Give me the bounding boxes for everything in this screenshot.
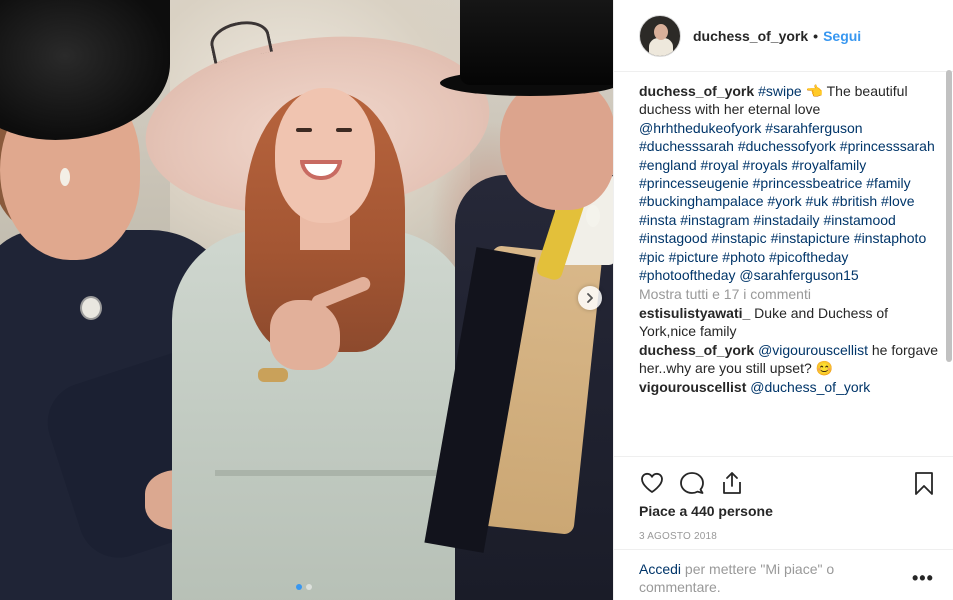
carousel-dot-active (296, 584, 302, 590)
save-button[interactable] (911, 470, 937, 496)
header-separator: • (813, 27, 819, 44)
left-woman-earring (60, 168, 70, 186)
hashtag-link[interactable]: #pic (639, 249, 665, 265)
mention-link[interactable]: @duchess_of_york (750, 379, 870, 395)
hashtag-link[interactable]: #uk (806, 193, 829, 209)
hashtag-link[interactable]: #family (866, 175, 910, 191)
bookmark-icon (915, 472, 933, 495)
share-button[interactable] (719, 470, 745, 496)
hashtag-link[interactable]: #photo (722, 249, 765, 265)
center-woman-waistline (215, 470, 445, 476)
right-man-top-hat (460, 0, 613, 85)
carousel-dot (306, 584, 312, 590)
hashtag-link[interactable]: #instagood (639, 230, 708, 246)
comment-username[interactable]: duchess_of_york (639, 342, 754, 358)
hashtag-link[interactable]: #instaphoto (854, 230, 926, 246)
login-link[interactable]: Accedi (639, 561, 681, 577)
avatar-figure (654, 23, 668, 40)
hashtag-link[interactable]: #british (832, 193, 877, 209)
hashtag-link[interactable]: #princesssarah (840, 138, 935, 154)
hashtag-link[interactable]: #sarahferguson (765, 120, 862, 136)
hashtag-link[interactable]: #royals (743, 157, 788, 173)
post-caption: duchess_of_york #swipe 👈 The beautiful d… (639, 82, 939, 284)
next-photo-button[interactable] (578, 286, 602, 310)
post-date[interactable]: 3 agosto 2018 (639, 531, 717, 542)
comment-text: @duchess_of_york (750, 379, 870, 395)
heart-icon (641, 472, 663, 493)
pointing-hand (270, 300, 340, 370)
like-button[interactable] (639, 470, 665, 496)
hashtag-link[interactable]: #instagram (680, 212, 749, 228)
hashtag-link[interactable]: #instadaily (753, 212, 819, 228)
center-woman-eye (296, 128, 312, 132)
likes-count[interactable]: Piace a 440 persone (639, 503, 773, 519)
right-man-buttonhole (586, 205, 600, 227)
share-icon (723, 472, 741, 494)
mention-link[interactable]: @hrhthedukeofyork (639, 120, 761, 136)
hashtag-link[interactable]: #instapicture (771, 230, 850, 246)
avatar[interactable] (639, 14, 681, 57)
hashtag-link[interactable]: #england (639, 157, 697, 173)
hashtag-link[interactable]: #instapic (711, 230, 766, 246)
view-all-comments-link[interactable]: Mostra tutti e 17 i commenti (639, 285, 939, 303)
comments-scrollbar[interactable] (946, 70, 952, 362)
comment-items: estisulistyawati_ Duke and Duchess of Yo… (639, 304, 939, 396)
hashtag-link[interactable]: #york (767, 193, 801, 209)
hashtag-link[interactable]: #duchessofyork (738, 138, 836, 154)
caption-text: #swipe 👈 The beautiful duchess with her … (639, 83, 935, 283)
more-options-button[interactable]: ••• (912, 568, 934, 589)
comment-username[interactable]: estisulistyawati_ (639, 305, 750, 321)
header-username[interactable]: duchess_of_york (693, 28, 808, 44)
follow-button[interactable]: Segui (823, 28, 861, 44)
hashtag-link[interactable]: #love (881, 193, 914, 209)
hashtag-link[interactable]: #princesseugenie (639, 175, 749, 191)
action-icons-row (639, 469, 937, 497)
post-header: duchess_of_york • Segui (614, 0, 953, 72)
hashtag-link[interactable]: #instamood (823, 212, 895, 228)
left-woman-badge (80, 296, 102, 320)
carousel-dots (296, 584, 312, 590)
left-woman-hat (0, 0, 170, 140)
login-prompt: Accedi per mettere "Mi piace" o commenta… (639, 560, 879, 596)
right-man-face (500, 80, 613, 210)
comment-username[interactable]: vigourouscellist (639, 379, 746, 395)
comment-item: estisulistyawati_ Duke and Duchess of Yo… (639, 304, 939, 341)
hashtag-link[interactable]: #photooftheday (639, 267, 736, 283)
comment-bubble-icon (680, 472, 704, 494)
hashtag-link[interactable]: #duchesssarah (639, 138, 734, 154)
hashtag-link[interactable]: #insta (639, 212, 676, 228)
hashtag-link[interactable]: #royalfamily (792, 157, 867, 173)
post-side-panel: duchess_of_york • Segui duchess_of_york … (613, 0, 953, 600)
mention-link[interactable]: @vigourouscellist (758, 342, 868, 358)
comments-list[interactable]: duchess_of_york #swipe 👈 The beautiful d… (639, 82, 939, 456)
chevron-right-icon (587, 293, 593, 303)
caption-username[interactable]: duchess_of_york (639, 83, 754, 99)
hashtag-link[interactable]: #picture (669, 249, 719, 265)
post-actions: Piace a 440 persone 3 agosto 2018 Accedi… (614, 456, 953, 600)
hashtag-link[interactable]: #buckinghampalace (639, 193, 764, 209)
caption-text-fragment: 👈 (801, 83, 823, 99)
avatar-figure (649, 37, 673, 56)
gold-bracelet (258, 368, 288, 382)
hashtag-link[interactable]: #swipe (758, 83, 802, 99)
mention-link[interactable]: @sarahferguson15 (739, 267, 858, 283)
hashtag-link[interactable]: #princessbeatrice (753, 175, 863, 191)
center-woman-face (275, 88, 375, 223)
hashtag-link[interactable]: #picoftheday (769, 249, 848, 265)
center-woman-eye (336, 128, 352, 132)
post-photo[interactable] (0, 0, 613, 600)
comment-item: vigourouscellist @duchess_of_york (639, 378, 939, 396)
add-comment-section: Accedi per mettere "Mi piace" o commenta… (614, 549, 953, 600)
comment-item: duchess_of_york @vigourouscellist he for… (639, 341, 939, 378)
hashtag-link[interactable]: #royal (701, 157, 739, 173)
comment-button[interactable] (679, 470, 705, 496)
